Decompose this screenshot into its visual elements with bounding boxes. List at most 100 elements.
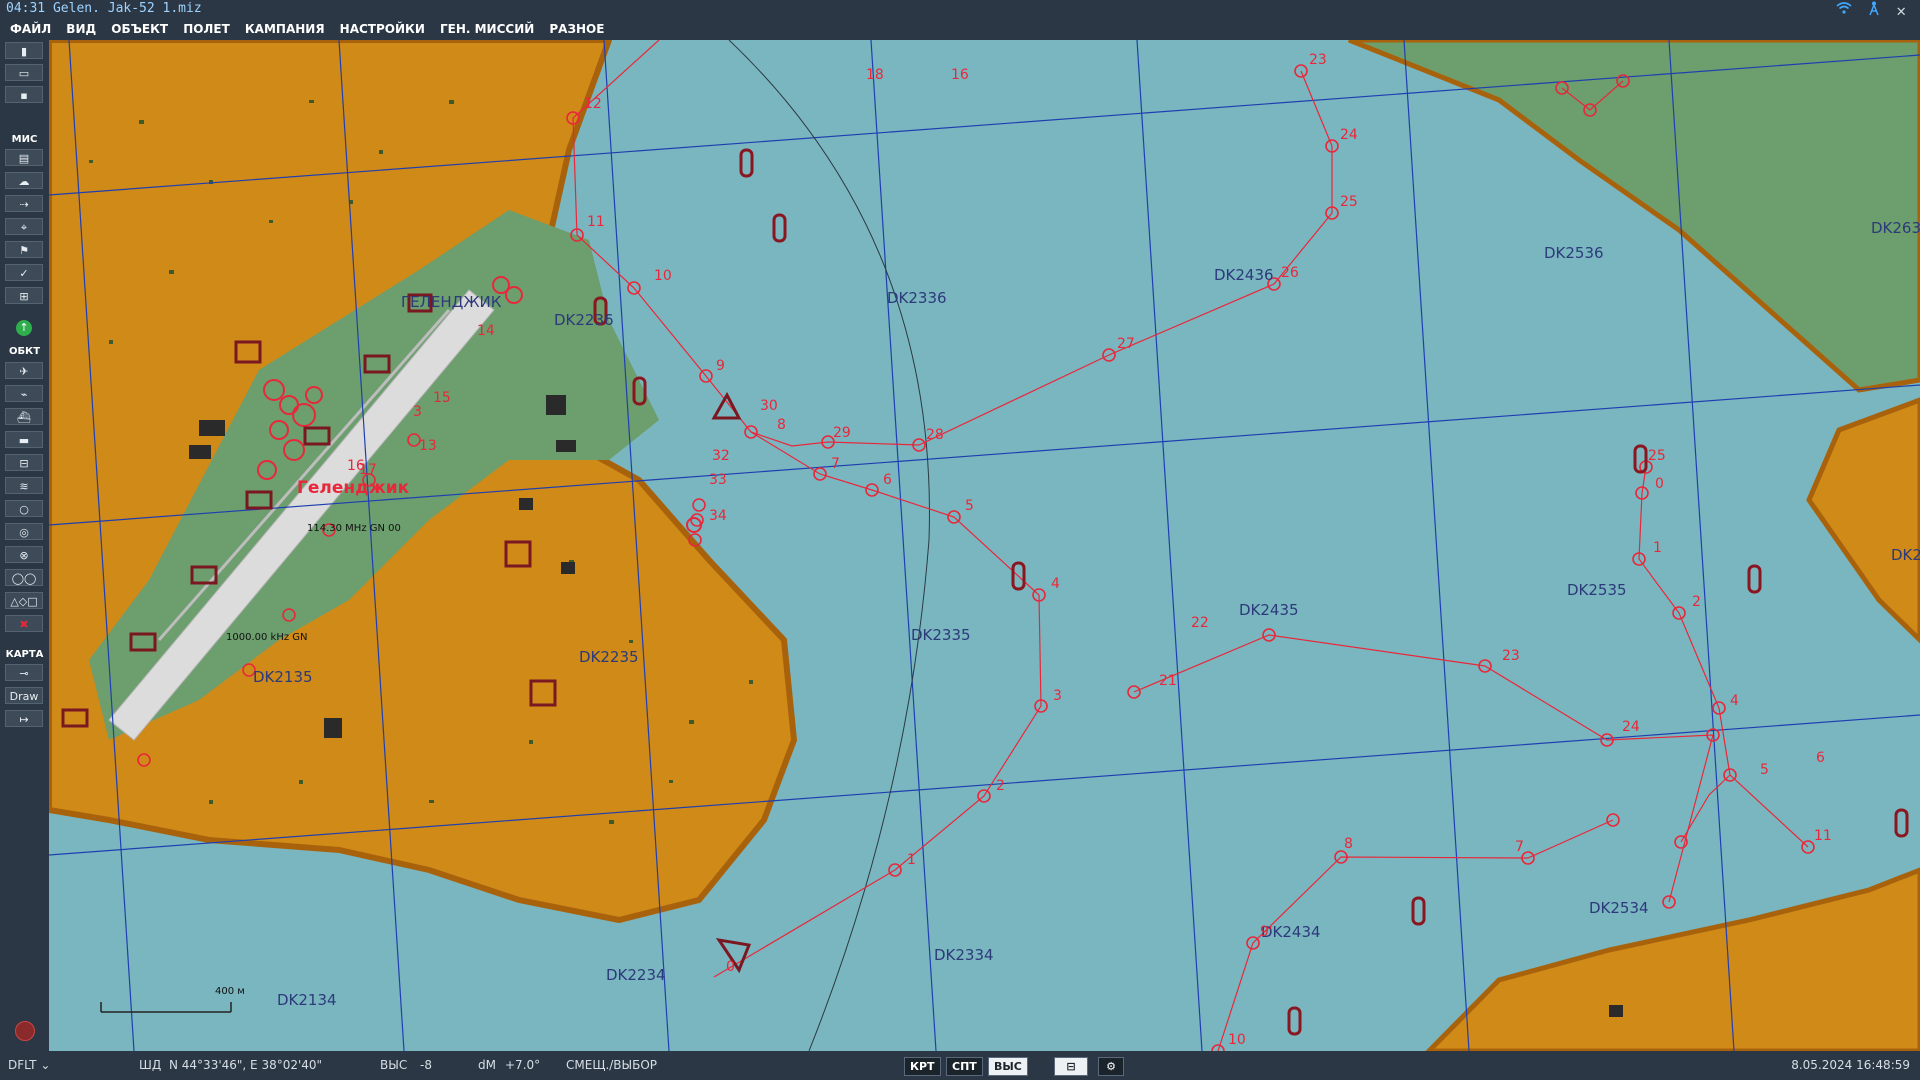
section-map-label: КАРТА xyxy=(5,649,44,660)
map-canvas[interactable]: DK2336DK2436DK2536DK263DK2236DK2335DK243… xyxy=(49,40,1920,1051)
map-key-button[interactable]: ⊸ xyxy=(5,664,43,681)
waypoint-label: 6 xyxy=(883,472,892,488)
grid-square-label: DK2535 xyxy=(1567,581,1627,599)
waypoint-label: 24 xyxy=(1622,719,1640,735)
mode-value: СМЕЩ./ВЫБОР xyxy=(566,1058,658,1072)
waypoint-label: 15 xyxy=(433,390,451,406)
waypoint-label: 25 xyxy=(1648,448,1666,464)
datetime: 8.05.2024 16:48:59 xyxy=(1791,1058,1910,1072)
draw-button[interactable]: Draw xyxy=(5,687,43,704)
add-vehicle-button[interactable]: ▬ xyxy=(5,431,43,448)
menu-settings[interactable]: НАСТРОЙКИ xyxy=(340,18,425,40)
menu-campaign[interactable]: КАМПАНИЯ xyxy=(245,18,325,40)
waypoint-label: 5 xyxy=(1760,762,1769,778)
menu-mission-gen[interactable]: ГЕН. МИССИЙ xyxy=(440,18,534,40)
waypoint-label: 4 xyxy=(1051,576,1060,592)
waypoint-label: 10 xyxy=(654,268,672,284)
waypoint-label: 2 xyxy=(1692,594,1701,610)
save-file-button[interactable]: ▪ xyxy=(5,86,43,103)
waypoint-label: 11 xyxy=(1814,828,1832,844)
shapes-button[interactable]: △◇□ xyxy=(5,592,43,609)
waypoint-label: 23 xyxy=(1502,648,1520,664)
up-arrow-icon[interactable]: ↑ xyxy=(16,320,32,336)
goals-button[interactable]: ⚑ xyxy=(5,241,43,258)
grid-square-label: DK263 xyxy=(1871,219,1920,237)
menu-view[interactable]: ВИД xyxy=(66,18,96,40)
grid-square-label: DK2334 xyxy=(934,946,994,964)
check-button[interactable]: ✓ xyxy=(5,264,43,281)
ruler-button[interactable]: ↦ xyxy=(5,710,43,727)
add-helicopter-button[interactable]: ⌁ xyxy=(5,385,43,402)
alt-label: ВЫС xyxy=(380,1058,408,1072)
coords-value: N 44°33'46", E 38°02'40" xyxy=(169,1058,323,1072)
menu-object[interactable]: ОБЪЕКТ xyxy=(111,18,168,40)
aircraft-wing-button[interactable]: ⇢ xyxy=(5,195,43,212)
menu-file[interactable]: ФАЙЛ xyxy=(10,18,51,40)
settings-gear-icon[interactable]: ⚙ xyxy=(1098,1057,1124,1076)
land-southeast xyxy=(1425,867,1920,1051)
menu-misc[interactable]: РАЗНОЕ xyxy=(549,18,604,40)
waypoint-label: 8 xyxy=(1344,836,1353,852)
waypoint-label: 23 xyxy=(1309,52,1327,68)
waypoint-label: 24 xyxy=(1340,127,1358,143)
grid-square-label: DK2135 xyxy=(253,668,313,686)
add-bullseye-button[interactable]: ⊗ xyxy=(5,546,43,563)
waypoint-label: 18 xyxy=(866,67,884,83)
waypoint-label: 3 xyxy=(1053,688,1062,704)
waypoint-label: 21 xyxy=(1159,673,1177,689)
add-ship-button[interactable]: ⛴ xyxy=(5,408,43,425)
waypoint-label: 14 xyxy=(477,323,495,339)
section-mission-label: МИС xyxy=(11,134,38,145)
slots-button[interactable]: ⊞ xyxy=(5,287,43,304)
map-view[interactable]: DK2336 DK2436 DK2536 DK263 DK2236 DK2335 DK243… xyxy=(49,40,1920,1051)
menu-flight[interactable]: ПОЛЕТ xyxy=(183,18,230,40)
add-group-button[interactable]: ◯◯ xyxy=(5,569,43,586)
add-plane-button[interactable]: ✈ xyxy=(5,362,43,379)
waypoint-label: 34 xyxy=(709,508,727,524)
chevron-down-icon: ⌄ xyxy=(40,1058,51,1072)
krt-button[interactable]: КРТ xyxy=(904,1057,941,1076)
add-target-button[interactable]: ◎ xyxy=(5,523,43,540)
waypoint-label: 0 xyxy=(1655,476,1664,492)
map-layer-icon[interactable]: ⊟ xyxy=(1054,1057,1088,1076)
waypoint-label: 13 xyxy=(419,438,437,454)
waypoint-label: 4 xyxy=(1730,693,1739,709)
waypoint-label: 9 xyxy=(716,358,725,374)
trigger-button[interactable]: ⌖ xyxy=(5,218,43,235)
menu-bar: ФАЙЛ ВИД ОБЪЕКТ ПОЛЕТ КАМПАНИЯ НАСТРОЙКИ… xyxy=(0,18,1920,40)
delete-button[interactable]: ✖ xyxy=(5,615,43,632)
window-title: 04:31 Gelen. Jak-52 1.miz xyxy=(6,1,202,16)
add-zone-button[interactable]: ≋ xyxy=(5,477,43,494)
vys-button[interactable]: ВЫС xyxy=(988,1057,1028,1076)
briefing-button[interactable]: ▤ xyxy=(5,149,43,166)
add-static-button[interactable]: ⊟ xyxy=(5,454,43,471)
land-east xyxy=(1806,397,1920,644)
new-file-button[interactable]: ▮ xyxy=(5,42,43,59)
add-navpoint-button[interactable]: ○ xyxy=(5,500,43,517)
record-icon[interactable] xyxy=(15,1021,35,1041)
waypoint-label: 29 xyxy=(833,425,851,441)
weather-button[interactable]: ☁ xyxy=(5,172,43,189)
waypoint-label: 28 xyxy=(926,427,944,443)
grid-square-label: DK2 xyxy=(1891,546,1920,564)
profile-select[interactable]: DFLT ⌄ xyxy=(8,1051,50,1080)
waypoint-label: 27 xyxy=(1117,336,1135,352)
waypoint-label: 8 xyxy=(777,417,786,433)
waypoint-label: 1 xyxy=(907,852,916,868)
spt-button[interactable]: СПТ xyxy=(946,1057,983,1076)
grid-square-label: DK2134 xyxy=(277,991,337,1009)
ndb-label: 1000.00 kHz GN xyxy=(226,632,308,643)
waypoint-label: 2 xyxy=(996,778,1005,794)
grid-square-label: DK2536 xyxy=(1544,244,1604,262)
grid-square-label: DK2435 xyxy=(1239,601,1299,619)
city-label-upper: ГЕЛЕНДЖИК xyxy=(401,293,502,311)
waypoint-label: 9' xyxy=(1260,924,1273,940)
profile-value: DFLT xyxy=(8,1058,37,1072)
waypoint-label: 3 xyxy=(413,404,422,420)
scale-label: 400 м xyxy=(215,986,245,997)
grid-square-label: DK2236 xyxy=(554,311,614,329)
open-file-button[interactable]: ▭ xyxy=(5,64,43,81)
waypoint-label: 6 xyxy=(1816,750,1825,766)
grid-square-label: DK2336 xyxy=(887,289,947,307)
dm-value: +7.0° xyxy=(505,1058,541,1072)
